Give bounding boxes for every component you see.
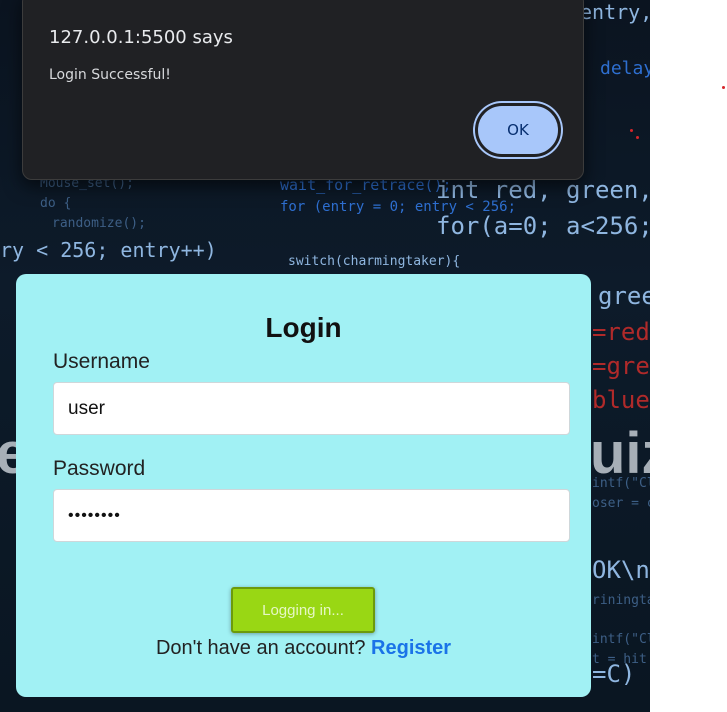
bg-code-line: intf("Clo <box>592 632 650 647</box>
username-label: Username <box>53 350 150 373</box>
alert-title: 127.0.0.1:5500 says <box>49 27 233 48</box>
bg-code-line: =C) <box>592 660 636 688</box>
login-card: Login Username user Password •••••••• Lo… <box>16 274 591 697</box>
register-link[interactable]: Register <box>371 637 451 659</box>
password-input[interactable]: •••••••• <box>53 489 570 542</box>
bg-code-line: oser = clo <box>592 496 650 511</box>
bg-code-line: riningtak <box>592 593 650 608</box>
bg-code-line: =green <box>592 352 650 380</box>
bg-code-line: ry < 256; entry++) <box>0 238 217 262</box>
red-dot-decoration <box>630 129 633 132</box>
bg-code-line: int red, green, blue <box>436 176 650 204</box>
bg-code-line: =red; <box>592 318 650 346</box>
page-right-blank <box>650 0 727 712</box>
ok-button[interactable]: OK <box>475 103 561 157</box>
register-prompt: Don't have an account? Register <box>16 637 591 660</box>
bg-code-line: delay <box>600 58 650 79</box>
bg-code-line: entry, re <box>580 0 650 24</box>
password-label: Password <box>53 457 146 480</box>
bg-code-line: randomize(); <box>52 216 146 231</box>
bg-code-line: green <box>598 282 650 310</box>
bg-code-line: blue; <box>592 386 650 414</box>
alert-message: Login Successful! <box>49 67 171 83</box>
username-input[interactable]: user <box>53 382 570 435</box>
bg-code-line: switch(charmingtaker){ <box>288 254 461 269</box>
login-button[interactable]: Logging in... <box>231 587 375 633</box>
bg-code-line: for(a=0; a<256; a++ <box>436 212 650 240</box>
bg-code-line: do { <box>40 196 72 211</box>
bg-big-word-right: uiz <box>590 421 650 486</box>
bg-code-line: OK\n" <box>592 556 650 584</box>
red-dot-decoration <box>722 86 725 89</box>
alert-dialog: 127.0.0.1:5500 says Login Successful! OK <box>22 0 584 180</box>
account-prompt-text: Don't have an account? <box>155 637 366 659</box>
login-title: Login <box>265 312 342 343</box>
red-dot-decoration <box>636 136 639 139</box>
